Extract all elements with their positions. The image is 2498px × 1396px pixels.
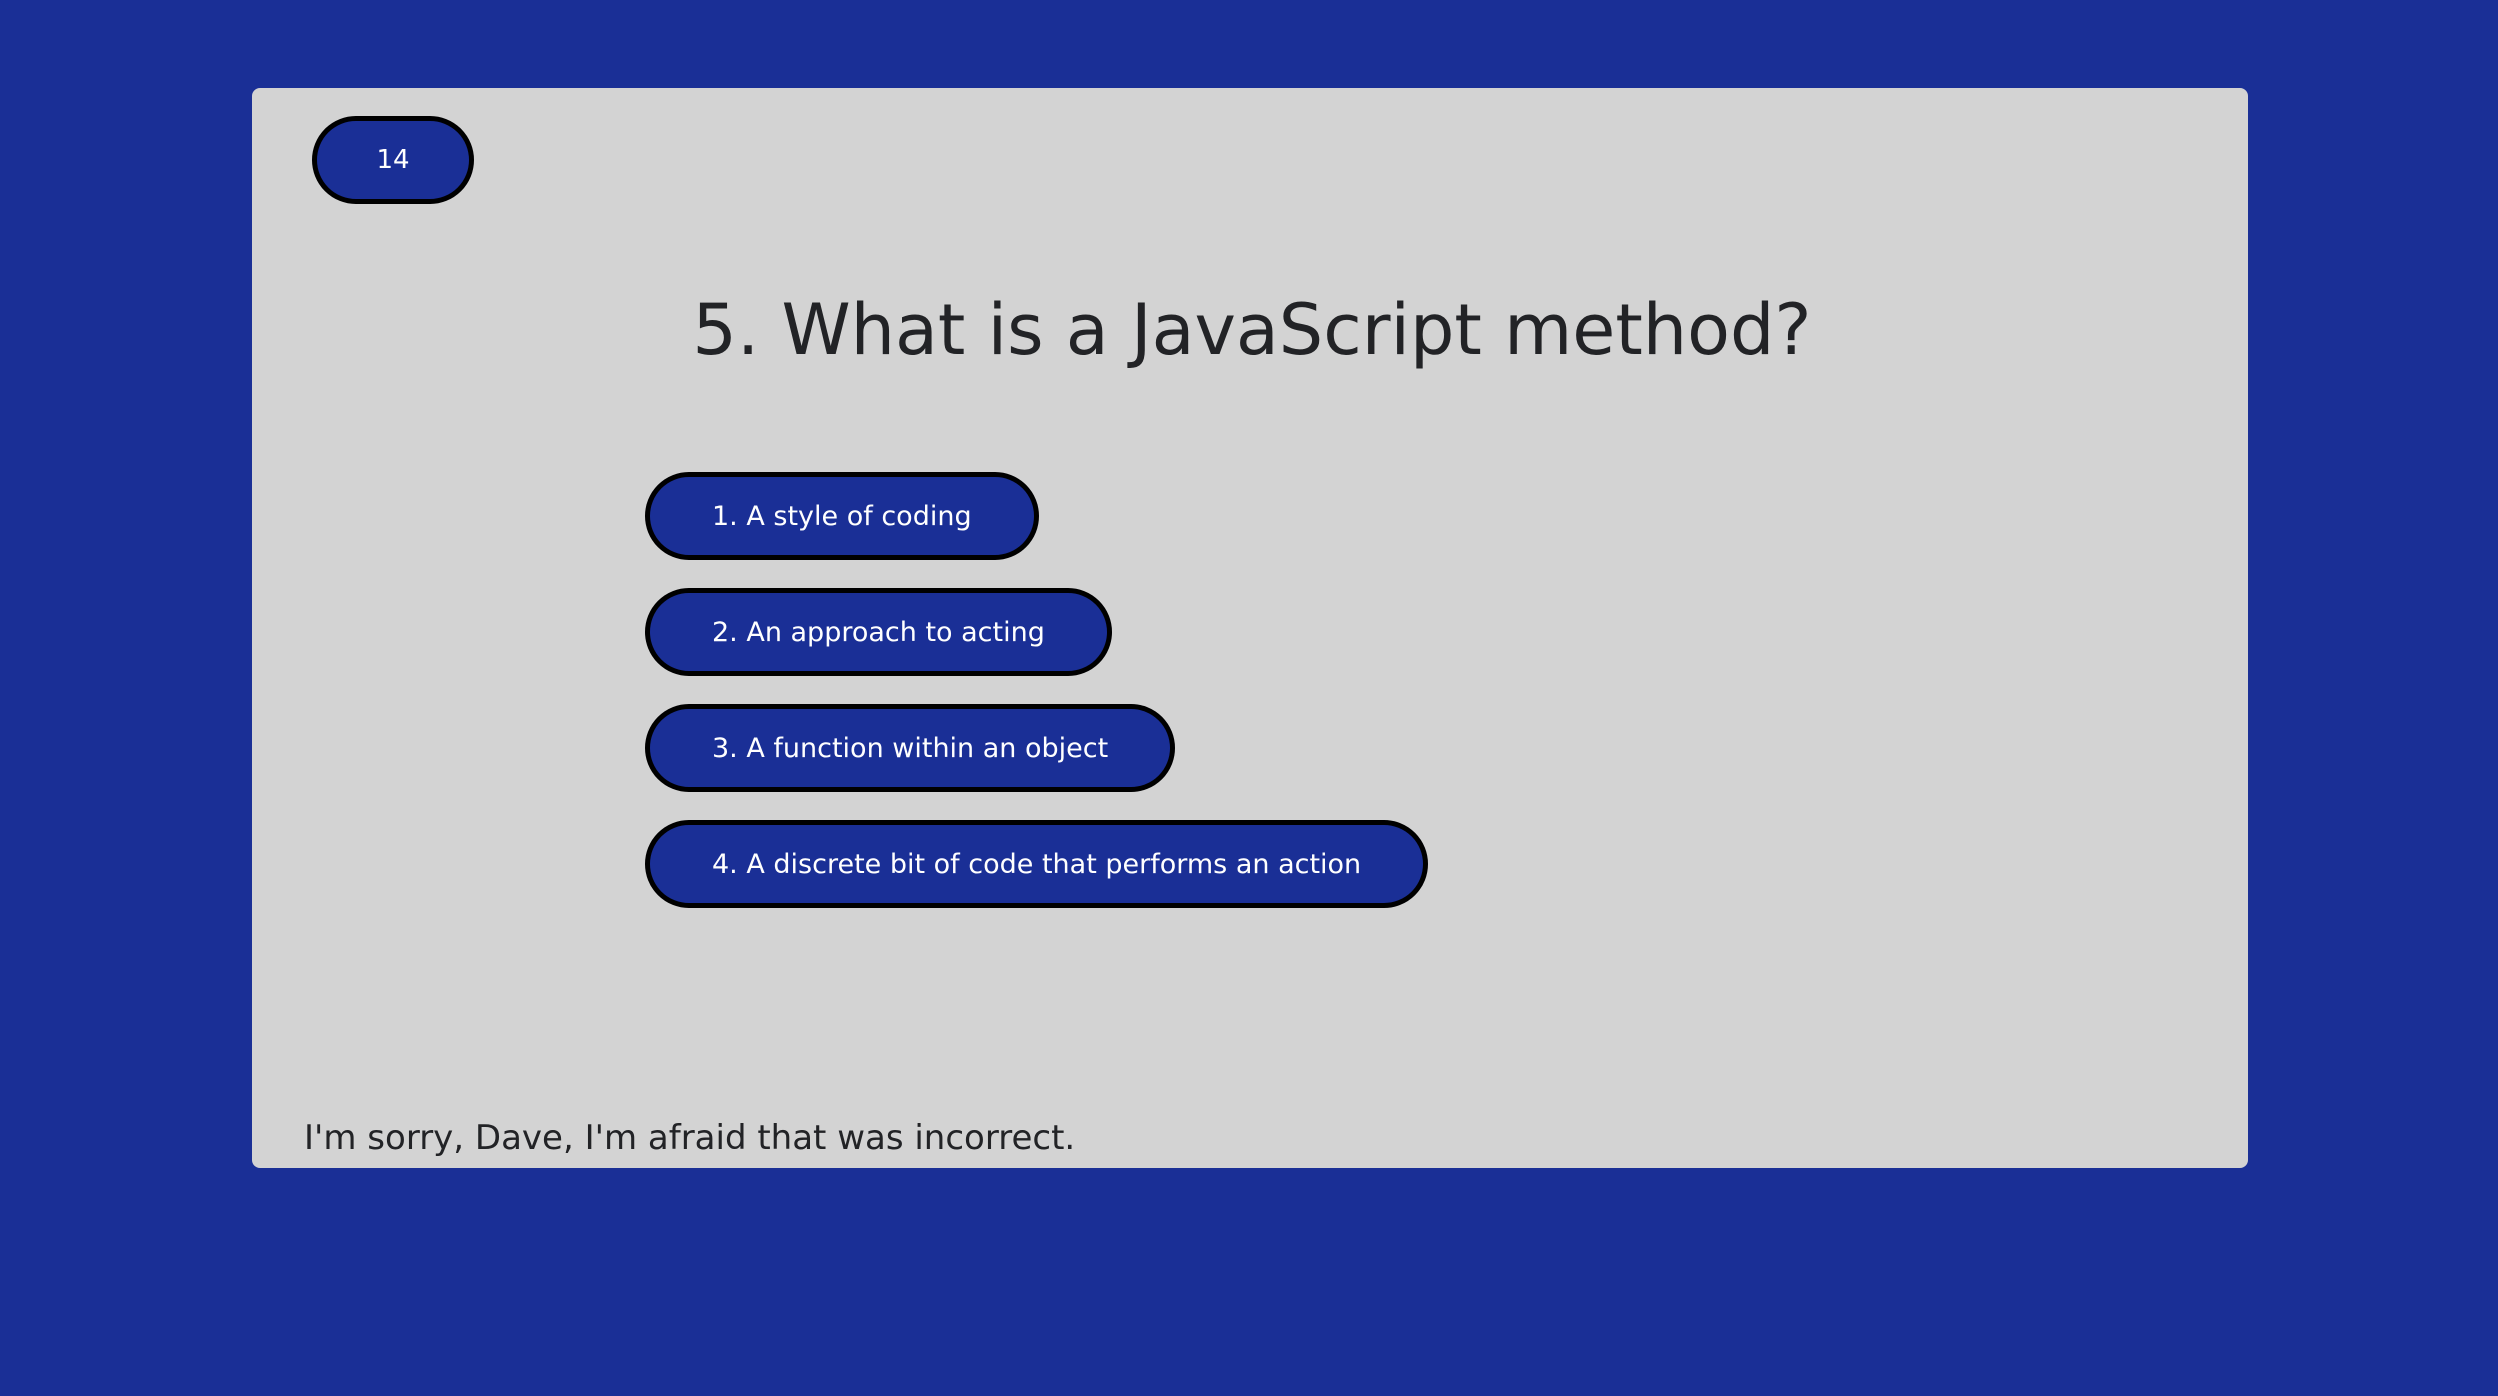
answer-list: 1. A style of coding 2. An approach to a… bbox=[645, 472, 1429, 908]
timer-value: 14 bbox=[376, 145, 410, 175]
answer-button-2[interactable]: 2. An approach to acting bbox=[645, 588, 1112, 676]
answer-button-4[interactable]: 4. A discrete bit of code that performs … bbox=[645, 820, 1429, 908]
answer-button-1[interactable]: 1. A style of coding bbox=[645, 472, 1039, 560]
quiz-card: 14 5. What is a JavaScript method? 1. A … bbox=[252, 88, 2248, 1168]
answer-button-3[interactable]: 3. A function within an object bbox=[645, 704, 1176, 792]
feedback-message: I'm sorry, Dave, I'm afraid that was inc… bbox=[304, 1118, 1076, 1158]
timer-badge: 14 bbox=[312, 116, 474, 204]
question-title: 5. What is a JavaScript method? bbox=[692, 289, 1812, 371]
